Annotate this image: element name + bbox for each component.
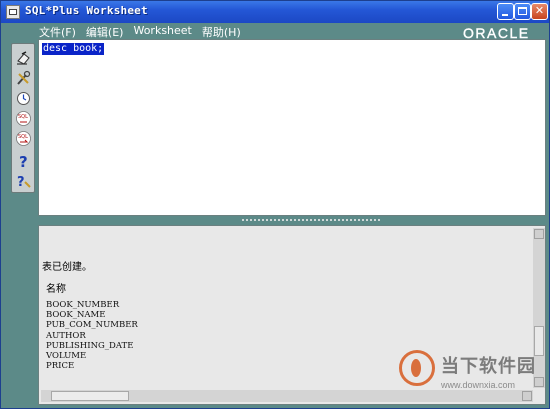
sqlplus-window: SQL*Plus Worksheet ✕ 文件(F) 编辑(E) Workshe… <box>0 0 550 409</box>
app-icon[interactable] <box>6 5 20 19</box>
history-icon[interactable] <box>15 90 32 107</box>
window-title: SQL*Plus Worksheet <box>25 4 148 17</box>
minimize-button[interactable] <box>497 3 514 20</box>
horizontal-scrollbar[interactable] <box>41 390 533 402</box>
sql-editor[interactable]: desc book; <box>38 39 546 216</box>
eraser-icon[interactable] <box>15 50 32 67</box>
menu-worksheet[interactable]: Worksheet <box>133 24 191 38</box>
help-context-icon[interactable]: ? <box>15 172 32 189</box>
svg-text:SQL: SQL <box>18 114 28 120</box>
maximize-button[interactable] <box>514 3 531 20</box>
vertical-scrollbar[interactable] <box>533 228 545 388</box>
editor-selected-text[interactable]: desc book; <box>42 43 105 55</box>
title-bar[interactable]: SQL*Plus Worksheet ✕ <box>1 1 549 23</box>
menu-file[interactable]: 文件(F) <box>39 24 76 39</box>
list-item: BOOK_NUMBER <box>46 300 120 310</box>
menu-help[interactable]: 帮助(H) <box>202 24 241 39</box>
pane-splitter[interactable] <box>38 216 546 225</box>
list-item: PUB_COM_NUMBER <box>46 320 138 331</box>
menu-bar: 文件(F) 编辑(E) Worksheet 帮助(H) <box>39 24 241 39</box>
svg-text:?: ? <box>19 153 28 169</box>
scroll-up-icon[interactable] <box>534 229 544 239</box>
sql-previous-icon[interactable]: SQL <box>15 110 32 127</box>
svg-text:?: ? <box>17 175 25 189</box>
side-toolbar: SQL SQL ? ? <box>11 43 35 193</box>
list-item: AUTHOR <box>46 330 86 341</box>
output-status: 表已创建。 <box>42 262 92 273</box>
list-item: PRICE <box>46 361 75 372</box>
scroll-right-icon[interactable] <box>522 391 532 401</box>
help-icon[interactable]: ? <box>15 152 32 169</box>
list-item: VOLUME <box>46 351 87 362</box>
wrench-icon[interactable] <box>15 70 32 87</box>
horizontal-scroll-thumb[interactable] <box>51 391 129 401</box>
vertical-scroll-thumb[interactable] <box>534 326 544 356</box>
list-item: PUBLISHING_DATE <box>46 340 134 351</box>
menu-edit[interactable]: 编辑(E) <box>86 24 124 39</box>
scroll-down-icon[interactable] <box>534 377 544 387</box>
svg-text:SQL: SQL <box>18 134 28 140</box>
output-column-header: 名称 <box>46 284 66 295</box>
output-column-list: BOOK_NUMBER BOOK_NAME PUB_COM_NUMBER AUT… <box>46 300 138 371</box>
output-pane[interactable]: 表已创建。 名称 BOOK_NUMBER BOOK_NAME PUB_COM_N… <box>38 225 546 405</box>
sql-next-icon[interactable]: SQL <box>15 130 32 147</box>
close-button[interactable]: ✕ <box>531 3 548 20</box>
list-item: BOOK_NAME <box>46 310 106 321</box>
splitter-grip[interactable] <box>242 219 380 221</box>
